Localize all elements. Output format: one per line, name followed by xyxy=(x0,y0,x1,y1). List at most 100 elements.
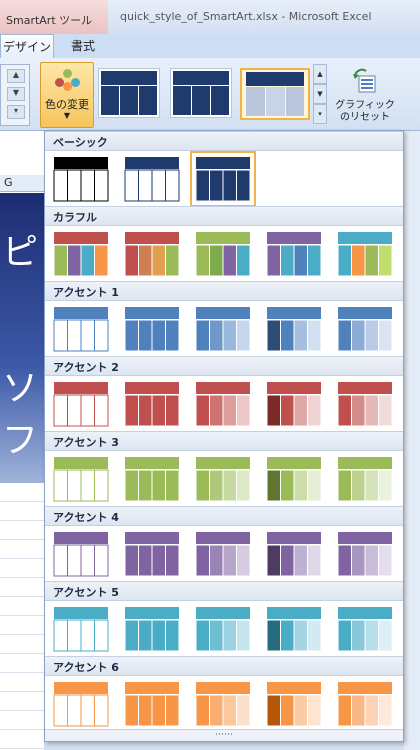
color-option-a4-filled[interactable] xyxy=(124,531,180,577)
gallery-down-icon[interactable]: ▼ xyxy=(313,84,327,104)
color-option-a5-gradient[interactable] xyxy=(195,606,251,652)
section-header-label: アクセント 1 xyxy=(53,286,119,299)
scroll-up-icon[interactable]: ▲ xyxy=(7,69,25,83)
thumb-header-bar xyxy=(267,682,321,694)
color-option-colorful-2[interactable] xyxy=(124,231,180,277)
thumb-cell xyxy=(378,319,393,352)
thumb-cell xyxy=(266,319,281,352)
thumb-cell xyxy=(94,619,109,652)
color-option-a3-filled[interactable] xyxy=(124,456,180,502)
thumb-cell xyxy=(165,169,180,202)
thumb-cell xyxy=(151,244,166,277)
layout-gallery-scroll[interactable]: ▲ ▼ ▾ xyxy=(0,64,30,126)
thumb-cell xyxy=(124,244,139,277)
color-option-a1-outline[interactable] xyxy=(53,306,109,352)
thumb-cell xyxy=(351,244,366,277)
thumb-cell xyxy=(280,544,295,577)
tab-design[interactable]: デザイン xyxy=(0,34,54,59)
thumb-cell xyxy=(222,619,237,652)
thumb-header-bar xyxy=(125,307,179,319)
style-gallery-item[interactable] xyxy=(98,68,160,118)
vertical-scrollbar[interactable] xyxy=(404,131,420,750)
thumb-cell xyxy=(337,319,352,352)
gallery-up-icon[interactable]: ▲ xyxy=(313,64,327,84)
color-option-colorful-3[interactable] xyxy=(195,231,251,277)
color-option-a2-filled[interactable] xyxy=(124,381,180,427)
thumb-header-bar xyxy=(54,457,108,469)
column-header[interactable]: G xyxy=(0,175,44,192)
color-option-colorful-1[interactable] xyxy=(53,231,109,277)
color-option-a4-light[interactable] xyxy=(337,531,393,577)
style-gallery-item-selected[interactable] xyxy=(240,68,310,120)
color-option-a6-dark[interactable] xyxy=(266,681,322,727)
color-option-a5-light[interactable] xyxy=(337,606,393,652)
color-option-a6-filled[interactable] xyxy=(124,681,180,727)
color-option-a4-dark[interactable] xyxy=(266,531,322,577)
thumb-cell xyxy=(195,394,210,427)
scroll-down-icon[interactable]: ▼ xyxy=(7,87,25,101)
color-option-a5-dark[interactable] xyxy=(266,606,322,652)
thumb-header-bar xyxy=(196,382,250,394)
thumb-cell xyxy=(138,469,153,502)
tab-format[interactable]: 書式 xyxy=(58,34,108,58)
change-colors-button[interactable]: 色の変更 ▼ xyxy=(40,62,94,128)
color-option-a2-dark[interactable] xyxy=(266,381,322,427)
thumb-cell xyxy=(80,619,95,652)
color-option-a1-light[interactable] xyxy=(337,306,393,352)
color-option-colorful-4[interactable] xyxy=(266,231,322,277)
thumb-header-bar xyxy=(125,532,179,544)
thumb-cell xyxy=(151,619,166,652)
color-option-basic-black[interactable] xyxy=(53,156,109,202)
color-option-a3-dark[interactable] xyxy=(266,456,322,502)
thumb-cell xyxy=(337,544,352,577)
thumb-cell xyxy=(378,544,393,577)
color-option-a2-gradient[interactable] xyxy=(195,381,251,427)
reset-graphic-label-line2: のリセット xyxy=(340,112,390,123)
color-option-a2-outline[interactable] xyxy=(53,381,109,427)
color-option-a1-dark[interactable] xyxy=(266,306,322,352)
thumb-cell xyxy=(165,544,180,577)
color-option-a4-gradient[interactable] xyxy=(195,531,251,577)
sheet-cells[interactable] xyxy=(0,483,44,750)
color-option-a1-gradient[interactable] xyxy=(195,306,251,352)
thumb-cell xyxy=(266,394,281,427)
smartart-graphic-preview[interactable]: ピ ソフ xyxy=(0,193,44,483)
thumb-header-bar xyxy=(338,457,392,469)
color-option-colorful-5[interactable] xyxy=(337,231,393,277)
color-option-basic-filled[interactable] xyxy=(190,151,256,207)
thumb-cell xyxy=(53,469,68,502)
thumb-header-bar xyxy=(54,232,108,244)
color-option-a3-light[interactable] xyxy=(337,456,393,502)
color-option-thumb-icon xyxy=(195,532,251,577)
thumb-header-bar xyxy=(267,382,321,394)
thumb-cell xyxy=(80,394,95,427)
color-option-a3-outline[interactable] xyxy=(53,456,109,502)
color-option-a5-filled[interactable] xyxy=(124,606,180,652)
reset-graphic-button[interactable]: グラフィック のリセット xyxy=(334,62,396,126)
thumb-cell xyxy=(351,394,366,427)
color-option-a6-light[interactable] xyxy=(337,681,393,727)
expand-icon[interactable]: ▾ xyxy=(7,105,25,119)
thumb-header-bar xyxy=(267,457,321,469)
color-option-a6-outline[interactable] xyxy=(53,681,109,727)
color-option-a3-gradient[interactable] xyxy=(195,456,251,502)
color-option-a6-gradient[interactable] xyxy=(195,681,251,727)
thumb-cell xyxy=(195,544,210,577)
style-thumb-icon xyxy=(246,72,304,116)
color-option-a2-light[interactable] xyxy=(337,381,393,427)
thumb-cell xyxy=(94,544,109,577)
color-option-basic-outline[interactable] xyxy=(124,156,180,202)
resize-grip-icon[interactable]: ⋯⋯ xyxy=(45,729,403,741)
thumb-cell xyxy=(67,394,82,427)
style-gallery-item[interactable] xyxy=(170,68,232,118)
smartart-tools-tab[interactable]: SmartArt ツール xyxy=(0,0,108,34)
gallery-more-icon[interactable]: ▾ xyxy=(313,104,327,124)
color-option-a5-outline[interactable] xyxy=(53,606,109,652)
thumb-cell xyxy=(364,694,379,727)
color-option-a1-filled[interactable] xyxy=(124,306,180,352)
color-option-a4-outline[interactable] xyxy=(53,531,109,577)
color-option-thumb-icon xyxy=(266,682,322,727)
thumb-cell xyxy=(138,544,153,577)
thumb-cell xyxy=(293,319,308,352)
gallery-scrollbar[interactable]: ▲ ▼ ▾ xyxy=(313,64,327,124)
